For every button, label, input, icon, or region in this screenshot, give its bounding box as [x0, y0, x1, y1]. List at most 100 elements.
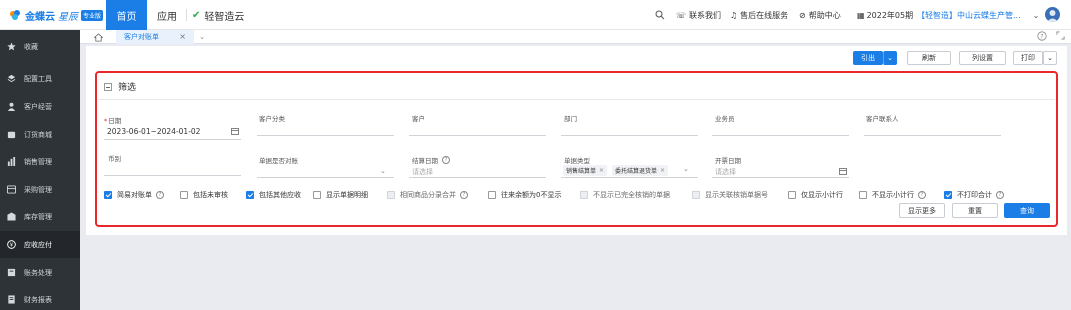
collapse-icon[interactable] — [104, 82, 112, 91]
help-icon[interactable]: ? — [442, 156, 450, 164]
reset-button[interactable]: 重置 — [952, 203, 998, 218]
checkbox-no-print-total[interactable]: 不打印合计 ? — [944, 189, 1004, 201]
contact-label: 联系我们 — [689, 10, 722, 20]
filter-header[interactable]: 筛选 — [104, 80, 136, 93]
sidebar-item-inventory[interactable]: 库存管理 — [0, 203, 80, 230]
sidebar-item-receivable-payable[interactable]: ¥ 应收应付 — [0, 231, 80, 258]
checkbox-hide-fully-written-off[interactable]: 不显示已完全核销的单据 — [580, 189, 670, 201]
sidebar-item-favorites[interactable]: 收藏 — [0, 33, 80, 60]
export-button[interactable]: 引出 — [853, 51, 883, 65]
query-button[interactable]: 查询 — [1004, 203, 1050, 218]
sidebar-item-label: 客户经营 — [24, 102, 52, 111]
sidebar-item-sales[interactable]: 销售管理 — [0, 148, 80, 175]
help-icon[interactable]: ? — [1037, 31, 1047, 43]
checkbox[interactable] — [859, 191, 867, 199]
sidebar-item-accounting[interactable]: 账务处理 — [0, 259, 80, 286]
sidebar-item-purchase[interactable]: 采购管理 — [0, 176, 80, 203]
chevron-down-icon: ⌄ — [1047, 54, 1053, 62]
search-icon[interactable] — [655, 0, 665, 30]
salesperson-field[interactable] — [712, 135, 849, 136]
checkbox-show-doc-detail[interactable]: 显示单据明细 — [313, 189, 368, 201]
app-logo[interactable]: 金蝶云 星辰 专业版 — [8, 8, 104, 23]
checkbox-simple-statement[interactable]: 简易对账单 ? — [104, 189, 164, 201]
checkbox-only-subtotal[interactable]: 仅显示小计行 — [788, 189, 843, 201]
show-more-button[interactable]: 显示更多 — [899, 203, 945, 218]
company-selector[interactable]: 【轻智造】中山云蝶生产管... ⌄ — [917, 0, 1039, 30]
cart-icon — [7, 130, 16, 139]
customer-label: 客户 — [412, 115, 425, 123]
checkbox[interactable] — [180, 191, 188, 199]
print-button[interactable]: 打印 — [1013, 51, 1043, 65]
checkbox-include-unaudited[interactable]: 包括未审核 — [180, 189, 228, 201]
after-sales-link[interactable]: ♫ 售后在线服务 — [730, 0, 788, 30]
nav-home[interactable]: 首页 — [106, 0, 147, 30]
nav-app[interactable]: 应用 — [150, 0, 184, 30]
sidebar-item-label: 库存管理 — [24, 212, 52, 221]
nav-light-manufacturing[interactable]: ✔ 轻智造云 — [192, 0, 244, 30]
checkbox[interactable] — [692, 191, 700, 199]
doc-reconcile-field[interactable] — [257, 177, 394, 178]
checkbox[interactable] — [104, 191, 112, 199]
customer-contact-field[interactable] — [864, 135, 1001, 136]
sidebar-item-customer[interactable]: 客户经营 — [0, 93, 80, 120]
sidebar-item-financial-report[interactable]: 财务报表 — [0, 286, 80, 310]
invoice-date-underline — [712, 177, 849, 178]
checkbox-merge-same-product[interactable]: 相同商品分录合并 ? — [387, 189, 468, 201]
close-icon[interactable]: × — [599, 167, 604, 174]
doc-type-tag[interactable]: 委托结算退货单 × — [612, 165, 669, 176]
checkbox-label: 包括其他应收 — [259, 191, 301, 199]
checkbox[interactable] — [580, 191, 588, 199]
home-tab[interactable] — [87, 30, 109, 44]
export-dropdown-button[interactable]: ⌄ — [883, 51, 897, 65]
refresh-button[interactable]: 刷新 — [907, 51, 951, 65]
customer-category-field[interactable] — [257, 135, 394, 136]
invoice-date-input[interactable]: 请选择 — [715, 167, 736, 177]
help-icon[interactable]: ? — [460, 191, 468, 199]
sidebar-item-order-mall[interactable]: 订货商城 — [0, 121, 80, 148]
date-range-input[interactable]: 2023-06-01~2024-01-02 — [107, 127, 200, 136]
currency-field[interactable] — [104, 175, 241, 176]
calendar-icon[interactable] — [839, 168, 847, 177]
calendar-icon[interactable] — [231, 128, 239, 137]
checkbox-hide-subtotal[interactable]: 不显示小计行 ? — [859, 189, 926, 201]
help-icon[interactable]: ? — [156, 191, 164, 199]
doc-type-tag[interactable]: 销售结算单 × — [563, 165, 608, 176]
help-center-link[interactable]: ⊘ 帮助中心 — [799, 0, 841, 30]
purchase-icon — [7, 185, 16, 194]
settle-date-input[interactable]: 请选择 — [412, 167, 433, 177]
checkbox-label: 显示关联核销单据号 — [705, 191, 768, 199]
tag-label: 委托结算退货单 — [615, 168, 658, 175]
period-selector[interactable]: ▦ 2022年05期 — [857, 0, 913, 30]
checkbox[interactable] — [246, 191, 254, 199]
help-icon[interactable]: ? — [996, 191, 1004, 199]
sidebar-item-config-tools[interactable]: 配置工具 — [0, 65, 80, 92]
contact-us-link[interactable]: ☏ 联系我们 — [676, 0, 721, 30]
close-icon[interactable]: × — [179, 32, 186, 41]
tab-customer-statement[interactable]: 客户对账单 × — [116, 30, 194, 44]
help-icon[interactable]: ? — [918, 191, 926, 199]
user-avatar[interactable] — [1045, 7, 1060, 22]
department-field[interactable] — [561, 135, 698, 136]
customer-field[interactable] — [409, 135, 546, 136]
checkbox-include-other-receivable[interactable]: 包括其他应收 — [246, 189, 301, 201]
inventory-icon — [7, 212, 16, 221]
invoice-date-label: 开票日期 — [715, 157, 741, 165]
close-icon[interactable]: × — [660, 167, 665, 174]
checkbox[interactable] — [387, 191, 395, 199]
column-settings-button[interactable]: 列设置 — [959, 51, 1006, 65]
chevron-down-icon[interactable]: ⌄ — [683, 165, 689, 173]
doc-type-field[interactable] — [561, 177, 698, 178]
checkbox-show-linked-writeoff-no[interactable]: 显示关联核销单据号 — [692, 189, 768, 201]
logo-subtext: 星辰 — [58, 11, 78, 23]
chevron-down-icon[interactable]: ⌄ — [380, 167, 386, 175]
checkbox[interactable] — [488, 191, 496, 199]
checkbox[interactable] — [788, 191, 796, 199]
checkbox[interactable] — [313, 191, 321, 199]
fullscreen-icon[interactable] — [1056, 31, 1065, 43]
checkbox-hide-zero-balance[interactable]: 往来余额为0不显示 — [488, 189, 561, 201]
checkbox[interactable] — [944, 191, 952, 199]
customer-contact-label: 客户联系人 — [866, 115, 899, 123]
print-dropdown-button[interactable]: ⌄ — [1043, 51, 1057, 65]
tab-dropdown-icon[interactable]: ⌄ — [196, 30, 208, 44]
tag-label: 销售结算单 — [566, 168, 597, 175]
